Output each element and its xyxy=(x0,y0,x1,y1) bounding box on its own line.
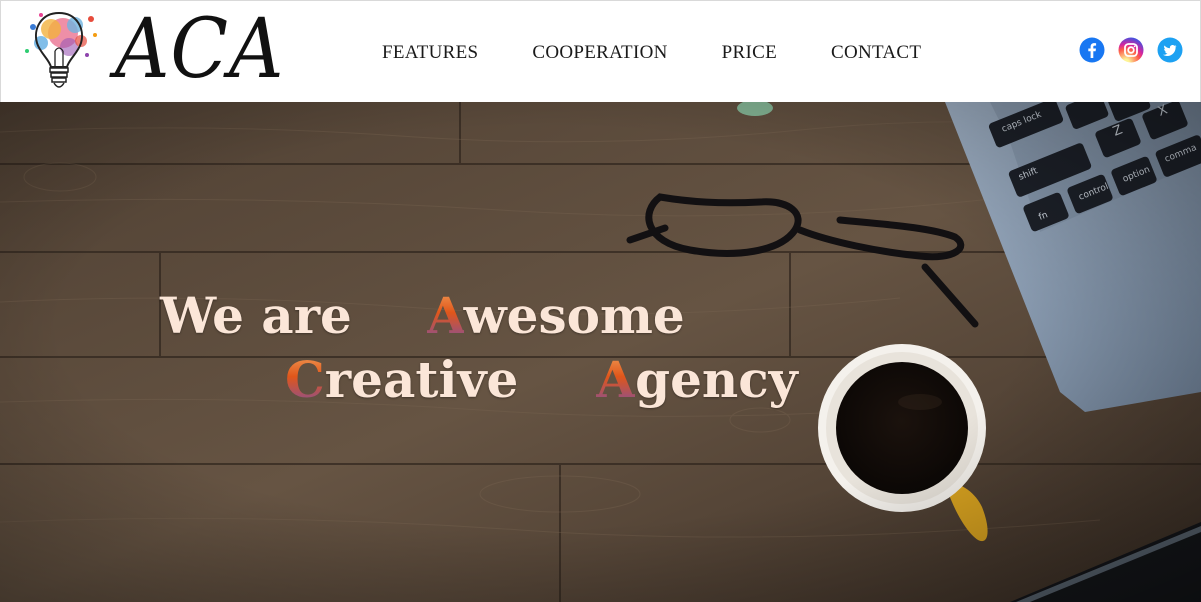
main-nav: FEATURES COOPERATION PRICE CONTACT xyxy=(382,41,921,65)
site-header: ACA FEATURES COOPERATION PRICE CONTACT xyxy=(0,0,1201,102)
lightbulb-logo-icon[interactable] xyxy=(11,7,107,95)
twitter-icon[interactable] xyxy=(1157,37,1183,63)
hero-text-awesome-rest: wesome xyxy=(463,286,685,345)
hero-headline-line-2: Creative Agency xyxy=(285,350,798,410)
facebook-icon[interactable] xyxy=(1079,37,1105,63)
hero-text-agency-rest: gency xyxy=(635,350,798,409)
hero-accent-letter-a1: A xyxy=(426,286,464,345)
hero-text-we-are: We are xyxy=(160,286,352,345)
nav-item-features[interactable]: FEATURES xyxy=(382,41,478,65)
brand-logo-text[interactable]: ACA xyxy=(115,9,284,91)
hero-accent-letter-a2: A xyxy=(596,350,636,409)
social-links xyxy=(1079,37,1183,63)
hero-headline-line-1: We are Awesome xyxy=(160,286,685,346)
hero-banner: caps lock shift fn control option comma … xyxy=(0,102,1201,602)
nav-item-cooperation[interactable]: COOPERATION xyxy=(532,41,667,65)
hero-text-creative-rest: reative xyxy=(324,350,519,409)
hero-accent-letter-c: C xyxy=(285,350,325,409)
nav-item-price[interactable]: PRICE xyxy=(722,41,777,65)
nav-item-contact[interactable]: CONTACT xyxy=(831,41,921,65)
instagram-icon[interactable] xyxy=(1118,37,1144,63)
